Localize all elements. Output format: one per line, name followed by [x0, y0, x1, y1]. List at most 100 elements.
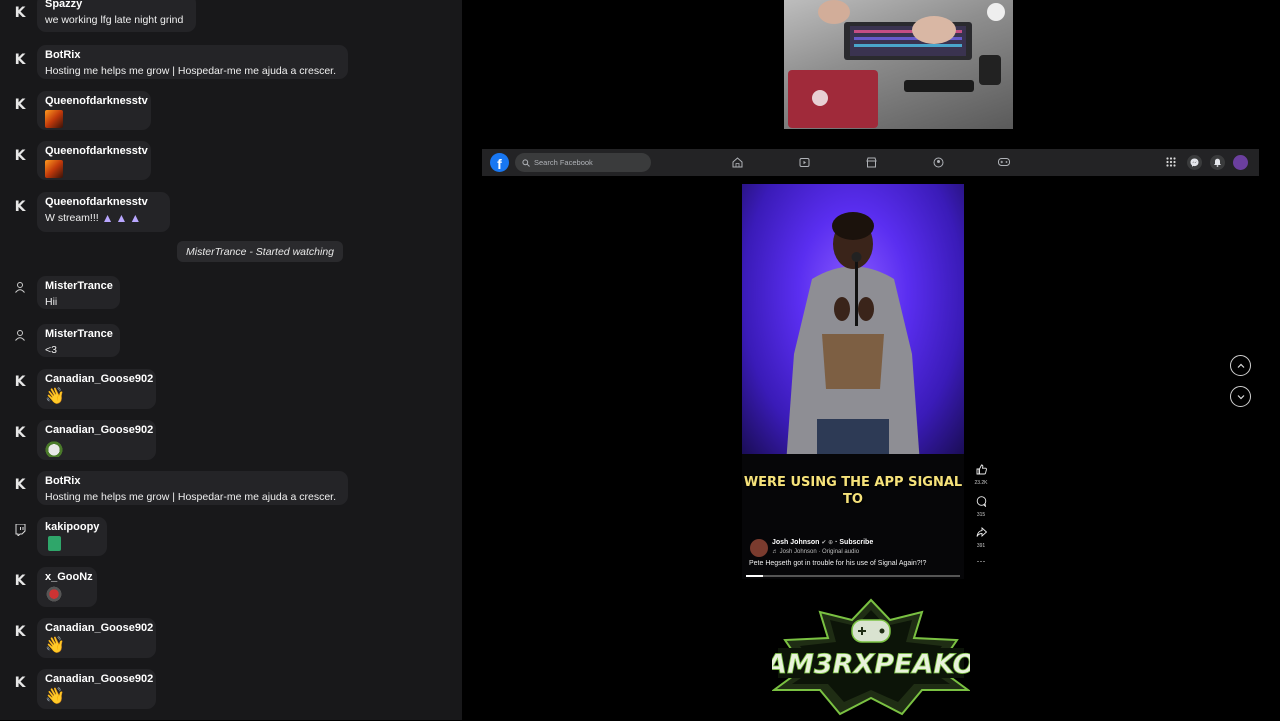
- groups-icon[interactable]: [931, 155, 945, 169]
- chat-text: <3: [45, 344, 57, 356]
- chat-username[interactable]: Queenofdarknesstv: [45, 95, 148, 108]
- author-avatar[interactable]: [750, 538, 768, 557]
- like-count: 23.2K: [974, 480, 988, 486]
- subscribe-link[interactable]: · Subscribe: [835, 539, 873, 546]
- facebook-topbar: f Search Facebook: [482, 149, 1259, 176]
- message-bubble: MisterTrance Hii: [37, 276, 120, 309]
- chat-text: we working lfg late night grind: [45, 14, 184, 26]
- kick-icon: K: [14, 675, 26, 691]
- previous-reel-button[interactable]: [1230, 355, 1251, 376]
- audio-label[interactable]: ♬ Josh Johnson · Original audio: [772, 548, 873, 557]
- channel-logo: GAM3RXPEAKON: [743, 598, 999, 716]
- message-bubble: BotRix Hosting me helps me grow | Hosped…: [37, 45, 348, 79]
- chevron-down-icon: [1237, 394, 1244, 399]
- gaming-icon[interactable]: [997, 155, 1011, 169]
- message-bubble: kakipoopy: [37, 517, 107, 556]
- reel-author[interactable]: Josh Johnson ✔ ⊕ · Subscribe ♬ Josh John…: [750, 538, 873, 557]
- message-bubble: Canadian_Goose902 👋: [37, 369, 156, 409]
- home-icon[interactable]: [730, 155, 744, 169]
- chat-text: W stream!!!: [45, 212, 99, 224]
- kick-icon: K: [14, 148, 26, 164]
- webcam-scene: [788, 0, 1005, 128]
- marketplace-icon[interactable]: [864, 155, 878, 169]
- kick-icon: K: [14, 477, 26, 493]
- chat-username[interactable]: Canadian_Goose902: [45, 673, 153, 686]
- kick-icon: K: [14, 425, 26, 441]
- chat-username[interactable]: Canadian_Goose902: [45, 424, 153, 437]
- logo-text: GAM3RXPEAKON: [772, 649, 970, 680]
- profile-avatar[interactable]: [1233, 155, 1248, 170]
- message-bubble: Canadian_Goose902: [37, 420, 156, 460]
- thumbs-up-icon: [976, 464, 987, 475]
- chat-text: Hii: [45, 296, 58, 308]
- message-bubble: Spazzy we working lfg late night grind: [37, 0, 196, 32]
- share-button[interactable]: 391: [973, 525, 989, 549]
- person-icon: [13, 280, 27, 294]
- facebook-reel-video[interactable]: WERE USING THE APP SIGNAL TO Josh Johnso…: [742, 184, 964, 579]
- webcam-feed: [784, 0, 1013, 129]
- author-name[interactable]: Josh Johnson: [772, 539, 819, 546]
- search-placeholder: Search Facebook: [534, 158, 593, 167]
- comedian-figure: [742, 212, 964, 579]
- chat-username[interactable]: Queenofdarknesstv: [45, 145, 148, 158]
- chat-username[interactable]: Canadian_Goose902: [45, 622, 153, 635]
- chat-username[interactable]: kakipoopy: [45, 521, 99, 534]
- message-bubble: Queenofdarknesstv: [37, 91, 151, 130]
- share-icon: [976, 526, 987, 538]
- search-icon: [522, 158, 530, 167]
- message-bubble: Canadian_Goose902 👋: [37, 618, 156, 658]
- kick-icon: K: [14, 374, 26, 390]
- wave-hand-emote-icon: 👋: [45, 388, 65, 405]
- hype-emote-icon: ▲▲▲: [101, 211, 144, 225]
- chat-panel: K Spazzy we working lfg late night grind…: [0, 0, 462, 720]
- reel-progress-bar[interactable]: [746, 575, 960, 577]
- messenger-icon[interactable]: [1187, 155, 1202, 170]
- chat-username[interactable]: Spazzy: [45, 0, 188, 11]
- fire-emote-icon: [45, 160, 63, 178]
- notifications-bell-icon[interactable]: [1210, 155, 1225, 170]
- message-bubble: Queenofdarknesstv: [37, 141, 151, 180]
- reel-progress-fill: [746, 575, 764, 577]
- kick-icon: K: [14, 624, 26, 640]
- message-bubble: MisterTrance <3: [37, 324, 120, 357]
- video-icon[interactable]: [797, 155, 811, 169]
- red-emote-icon: [45, 586, 63, 604]
- comment-count: 315: [976, 512, 986, 518]
- chat-username[interactable]: BotRix: [45, 49, 340, 62]
- chat-username[interactable]: x_GooNz: [45, 571, 93, 584]
- wave-hand-emote-icon: 👋: [45, 688, 65, 705]
- comment-button[interactable]: 315: [973, 494, 989, 518]
- reel-description: Pete Hegseth got in trouble for his use …: [749, 560, 927, 567]
- message-bubble: x_GooNz: [37, 567, 97, 607]
- comment-icon: [976, 496, 986, 508]
- chat-text: Hosting me helps me grow | Hospedar-me m…: [45, 65, 337, 77]
- facebook-logo-icon[interactable]: f: [490, 153, 509, 172]
- chat-username[interactable]: MisterTrance: [45, 280, 113, 293]
- system-notice: MisterTrance - Started watching: [177, 241, 343, 262]
- menu-grid-icon[interactable]: [1164, 155, 1178, 169]
- chevron-up-icon: [1237, 363, 1244, 368]
- kick-icon: K: [14, 5, 26, 21]
- green-emote-icon: [48, 536, 61, 552]
- message-bubble: Queenofdarknesstv W stream!!! ▲▲▲: [37, 192, 170, 232]
- verified-icon: ✔ ⊕: [821, 540, 834, 546]
- next-reel-button[interactable]: [1230, 386, 1251, 407]
- message-bubble: BotRix Hosting me helps me grow | Hosped…: [37, 471, 348, 505]
- fire-emote-icon: [45, 110, 63, 128]
- like-button[interactable]: 23.2K: [973, 462, 989, 486]
- chat-username[interactable]: BotRix: [45, 475, 340, 488]
- goose-emote-icon: [45, 439, 63, 457]
- twitch-icon: [13, 523, 27, 537]
- chat-username[interactable]: Queenofdarknesstv: [45, 196, 162, 209]
- share-count: 391: [976, 543, 986, 549]
- chat-text: Hosting me helps me grow | Hospedar-me m…: [45, 491, 337, 503]
- person-icon: [13, 328, 27, 342]
- reel-caption: WERE USING THE APP SIGNAL TO: [743, 475, 963, 507]
- chat-username[interactable]: MisterTrance: [45, 328, 113, 341]
- kick-icon: K: [14, 97, 26, 113]
- kick-icon: K: [14, 199, 26, 215]
- message-bubble: Canadian_Goose902 👋: [37, 669, 156, 709]
- chat-username[interactable]: Canadian_Goose902: [45, 373, 153, 386]
- more-options-icon[interactable]: ⋯: [973, 556, 989, 567]
- facebook-search-input[interactable]: Search Facebook: [515, 153, 651, 172]
